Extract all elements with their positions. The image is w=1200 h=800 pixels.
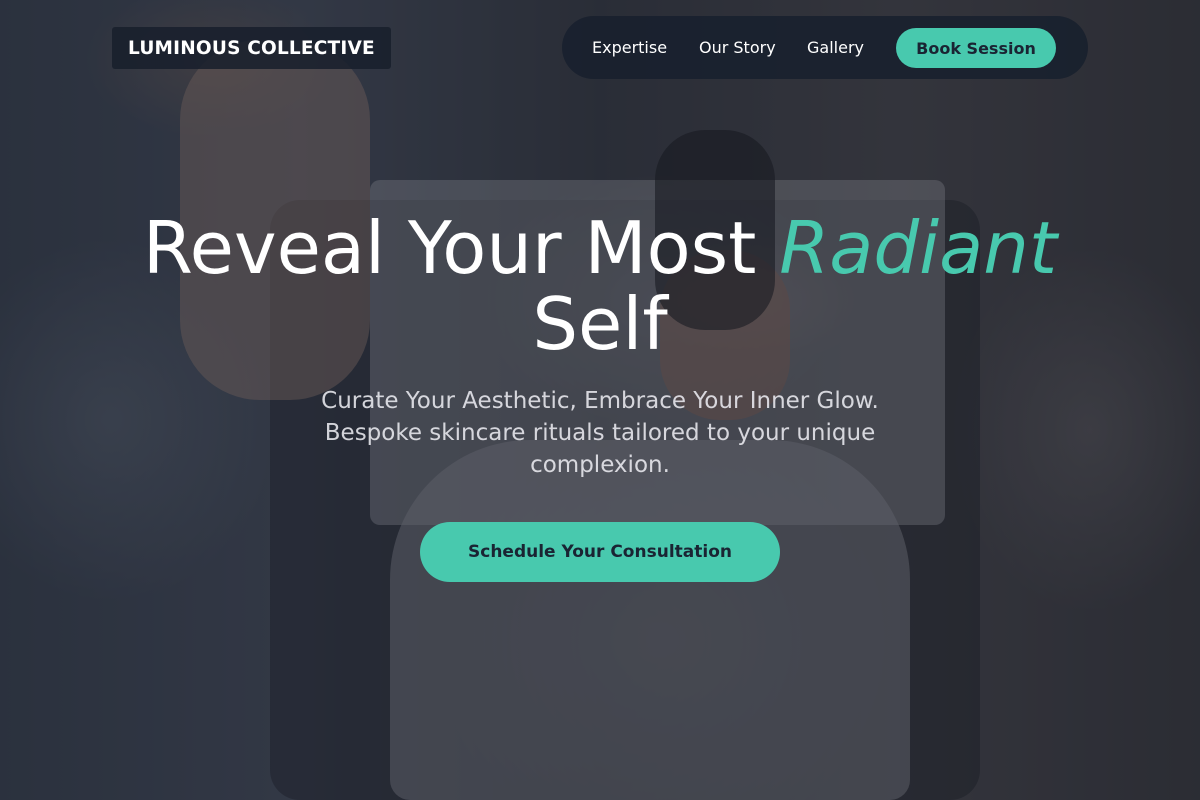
brand-name: LUMINOUS COLLECTIVE [128,37,375,59]
brand-logo[interactable]: LUMINOUS COLLECTIVE [112,27,391,69]
nav-link-our-story[interactable]: Our Story [699,16,776,79]
hero-headline: Reveal Your Most Radiant Self [100,210,1100,362]
headline-text-end: Self [532,282,668,366]
main-navigation: Expertise Our Story Gallery Book Session [562,16,1088,79]
nav-link-expertise[interactable]: Expertise [592,16,667,79]
schedule-consultation-button[interactable]: Schedule Your Consultation [420,522,780,582]
nav-link-gallery[interactable]: Gallery [807,16,864,79]
headline-accent-word: Radiant [779,206,1058,290]
headline-text-start: Reveal Your Most [142,206,780,290]
hero-subtext: Curate Your Aesthetic, Embrace Your Inne… [321,388,879,478]
book-session-button[interactable]: Book Session [896,28,1056,68]
